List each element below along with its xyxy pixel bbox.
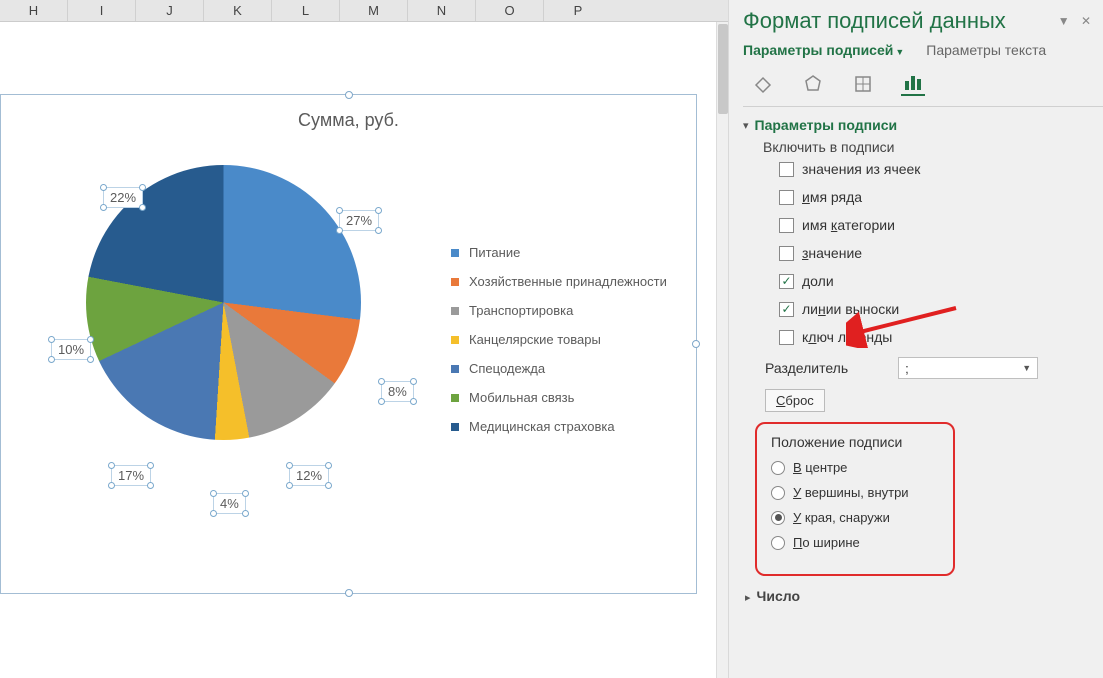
- chart-object[interactable]: Сумма, руб. 27% 8% 12% 4% 17% 10% 22% Пи…: [0, 94, 697, 594]
- panel-controls[interactable]: ▼ ✕: [1058, 14, 1095, 28]
- legend-item[interactable]: Транспортировка: [451, 303, 667, 318]
- col-header[interactable]: P: [544, 0, 612, 21]
- resize-handle[interactable]: [345, 589, 353, 597]
- col-header[interactable]: L: [272, 0, 340, 21]
- data-label[interactable]: 8%: [381, 381, 414, 402]
- resize-handle[interactable]: [345, 91, 353, 99]
- col-header[interactable]: H: [0, 0, 68, 21]
- legend-item[interactable]: Питание: [451, 245, 667, 260]
- label-position-group: Положение подписи В центре У вершины, вн…: [755, 422, 955, 576]
- checkbox-value[interactable]: [779, 246, 794, 261]
- legend-item[interactable]: Канцелярские товары: [451, 332, 667, 347]
- checkbox-series-name[interactable]: [779, 190, 794, 205]
- col-header[interactable]: O: [476, 0, 544, 21]
- checkbox-label: линии выноски: [802, 301, 899, 317]
- reset-button[interactable]: Сброс: [765, 389, 825, 412]
- legend-item[interactable]: Хозяйственные принадлежности: [451, 274, 667, 289]
- checkbox-label: имя ряда: [802, 189, 862, 205]
- column-headers: H I J K L M N O P: [0, 0, 728, 22]
- include-in-label: Включить в подписи: [763, 139, 1103, 155]
- separator-label: Разделитель: [765, 360, 848, 376]
- format-data-labels-panel: Формат подписей данных ▼ ✕ Параметры под…: [728, 0, 1103, 678]
- chart-legend[interactable]: Питание Хозяйственные принадлежности Тра…: [451, 245, 667, 448]
- checkbox-percentage[interactable]: [779, 274, 794, 289]
- data-label[interactable]: 17%: [111, 465, 151, 486]
- col-header[interactable]: N: [408, 0, 476, 21]
- col-header[interactable]: I: [68, 0, 136, 21]
- checkbox-category-name[interactable]: [779, 218, 794, 233]
- col-header[interactable]: J: [136, 0, 204, 21]
- panel-title: Формат подписей данных: [743, 8, 1006, 34]
- legend-item[interactable]: Мобильная связь: [451, 390, 667, 405]
- checkbox-leader-lines[interactable]: [779, 302, 794, 317]
- size-icon[interactable]: [851, 72, 875, 96]
- data-label[interactable]: 10%: [51, 339, 91, 360]
- data-label[interactable]: 12%: [289, 465, 329, 486]
- legend-item[interactable]: Медицинская страховка: [451, 419, 667, 434]
- checkbox-legend-key[interactable]: [779, 330, 794, 345]
- checkbox-label: значения из ячеек: [802, 161, 920, 177]
- data-label[interactable]: 4%: [213, 493, 246, 514]
- effects-icon[interactable]: [801, 72, 825, 96]
- col-header[interactable]: K: [204, 0, 272, 21]
- section-number[interactable]: Число: [745, 588, 1103, 604]
- radio-center[interactable]: В центре: [771, 460, 939, 475]
- tab-text-options[interactable]: Параметры текста: [926, 42, 1046, 58]
- scrollbar-thumb[interactable]: [718, 24, 728, 114]
- radio-outside-end[interactable]: У края, снаружи: [771, 510, 939, 525]
- radio-best-fit[interactable]: По ширине: [771, 535, 939, 550]
- fill-icon[interactable]: [751, 72, 775, 96]
- chart-title[interactable]: Сумма, руб.: [1, 110, 696, 131]
- checkbox-label: доли: [802, 273, 834, 289]
- checkbox-from-cells[interactable]: [779, 162, 794, 177]
- col-header[interactable]: M: [340, 0, 408, 21]
- section-label-options[interactable]: Параметры подписи: [743, 117, 1103, 133]
- checkbox-label: значение: [802, 245, 862, 261]
- separator-dropdown[interactable]: ;▼: [898, 357, 1038, 379]
- position-title: Положение подписи: [771, 434, 939, 450]
- checkbox-label: ключ легенды: [802, 329, 892, 345]
- resize-handle[interactable]: [692, 340, 700, 348]
- label-options-icon[interactable]: [901, 72, 925, 96]
- tab-label-options[interactable]: Параметры подписей▼: [743, 42, 904, 58]
- worksheet-area: H I J K L M N O P Сумма, руб. 27% 8% 12%…: [0, 0, 728, 678]
- vertical-scrollbar[interactable]: [716, 22, 728, 678]
- checkbox-label: имя категории: [802, 217, 895, 233]
- radio-inside-end[interactable]: У вершины, внутри: [771, 485, 939, 500]
- data-label[interactable]: 22%: [103, 187, 143, 208]
- data-label[interactable]: 27%: [339, 210, 379, 231]
- legend-item[interactable]: Спецодежда: [451, 361, 667, 376]
- grid-body[interactable]: Сумма, руб. 27% 8% 12% 4% 17% 10% 22% Пи…: [0, 22, 716, 678]
